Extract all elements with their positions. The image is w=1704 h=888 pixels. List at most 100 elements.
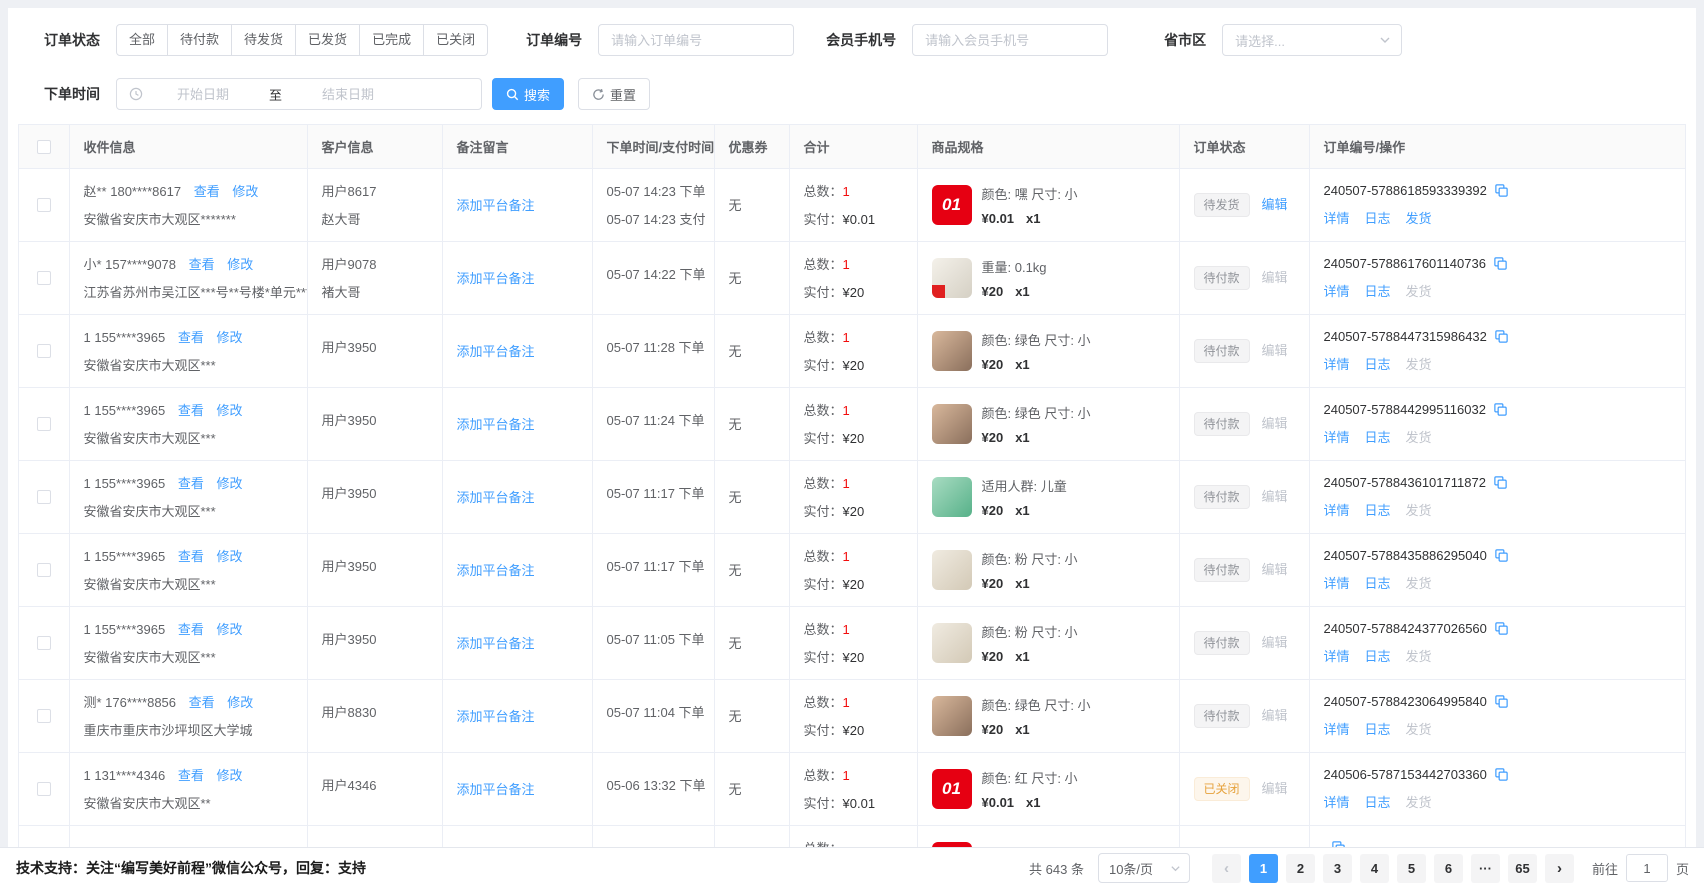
detail-link[interactable]: 详情 xyxy=(1324,208,1350,227)
modify-receiver-link[interactable]: 修改 xyxy=(216,549,242,564)
select-all-checkbox[interactable] xyxy=(37,140,51,154)
row-checkbox[interactable] xyxy=(37,417,51,431)
modify-receiver-link[interactable]: 修改 xyxy=(216,768,242,783)
modify-receiver-link[interactable]: 修改 xyxy=(227,695,253,710)
view-receiver-link[interactable]: 查看 xyxy=(178,403,204,418)
ship-link[interactable]: 发货 xyxy=(1406,354,1432,373)
row-checkbox[interactable] xyxy=(37,198,51,212)
add-platform-note-link[interactable]: 添加平台备注 xyxy=(457,563,535,578)
page-button[interactable]: 6 xyxy=(1434,854,1463,883)
copy-icon[interactable] xyxy=(1493,402,1508,417)
page-button[interactable]: 65 xyxy=(1508,854,1537,883)
prev-page-button[interactable]: ‹ xyxy=(1212,854,1241,883)
add-platform-note-link[interactable]: 添加平台备注 xyxy=(457,417,535,432)
member-phone-input[interactable] xyxy=(912,24,1108,56)
view-receiver-link[interactable]: 查看 xyxy=(178,549,204,564)
ship-link[interactable]: 发货 xyxy=(1406,208,1432,227)
end-date-input[interactable] xyxy=(288,87,408,102)
row-checkbox[interactable] xyxy=(37,271,51,285)
copy-icon[interactable] xyxy=(1494,694,1509,709)
edit-order-link[interactable]: 编辑 xyxy=(1262,562,1288,577)
row-checkbox[interactable] xyxy=(37,709,51,723)
log-link[interactable]: 日志 xyxy=(1365,427,1391,446)
row-checkbox[interactable] xyxy=(37,563,51,577)
modify-receiver-link[interactable]: 修改 xyxy=(232,184,258,199)
log-link[interactable]: 日志 xyxy=(1365,208,1391,227)
edit-order-link[interactable]: 编辑 xyxy=(1262,635,1288,650)
edit-order-link[interactable]: 编辑 xyxy=(1262,270,1288,285)
copy-icon[interactable] xyxy=(1494,548,1509,563)
row-checkbox[interactable] xyxy=(37,490,51,504)
page-button[interactable]: 3 xyxy=(1323,854,1352,883)
log-link[interactable]: 日志 xyxy=(1365,719,1391,738)
status-filter-completed[interactable]: 已完成 xyxy=(359,24,424,56)
region-select[interactable]: 请选择... xyxy=(1222,24,1402,56)
log-link[interactable]: 日志 xyxy=(1365,573,1391,592)
detail-link[interactable]: 详情 xyxy=(1324,427,1350,446)
log-link[interactable]: 日志 xyxy=(1365,646,1391,665)
view-receiver-link[interactable]: 查看 xyxy=(194,184,220,199)
status-filter-all[interactable]: 全部 xyxy=(116,24,168,56)
order-no-input[interactable] xyxy=(598,24,794,56)
copy-icon[interactable] xyxy=(1493,256,1508,271)
row-checkbox[interactable] xyxy=(37,344,51,358)
page-button[interactable]: 4 xyxy=(1360,854,1389,883)
goto-page-input[interactable] xyxy=(1626,854,1668,882)
copy-icon[interactable] xyxy=(1494,767,1509,782)
modify-receiver-link[interactable]: 修改 xyxy=(216,622,242,637)
detail-link[interactable]: 详情 xyxy=(1324,646,1350,665)
modify-receiver-link[interactable]: 修改 xyxy=(216,476,242,491)
log-link[interactable]: 日志 xyxy=(1365,281,1391,300)
edit-order-link[interactable]: 编辑 xyxy=(1262,416,1288,431)
copy-icon[interactable] xyxy=(1494,329,1509,344)
log-link[interactable]: 日志 xyxy=(1365,792,1391,811)
log-link[interactable]: 日志 xyxy=(1365,354,1391,373)
edit-order-link[interactable]: 编辑 xyxy=(1262,197,1288,212)
log-link[interactable]: 日志 xyxy=(1365,500,1391,519)
status-filter-shipped[interactable]: 已发货 xyxy=(295,24,360,56)
ship-link[interactable]: 发货 xyxy=(1406,646,1432,665)
copy-icon[interactable] xyxy=(1494,621,1509,636)
edit-order-link[interactable]: 编辑 xyxy=(1262,708,1288,723)
row-checkbox[interactable] xyxy=(37,782,51,796)
ship-link[interactable]: 发货 xyxy=(1406,792,1432,811)
modify-receiver-link[interactable]: 修改 xyxy=(227,257,253,272)
view-receiver-link[interactable]: 查看 xyxy=(189,695,215,710)
add-platform-note-link[interactable]: 添加平台备注 xyxy=(457,344,535,359)
ship-link[interactable]: 发货 xyxy=(1406,427,1432,446)
add-platform-note-link[interactable]: 添加平台备注 xyxy=(457,636,535,651)
detail-link[interactable]: 详情 xyxy=(1324,573,1350,592)
start-date-input[interactable] xyxy=(143,87,263,102)
reset-button[interactable]: 重置 xyxy=(578,78,650,110)
add-platform-note-link[interactable]: 添加平台备注 xyxy=(457,198,535,213)
view-receiver-link[interactable]: 查看 xyxy=(178,768,204,783)
add-platform-note-link[interactable]: 添加平台备注 xyxy=(457,782,535,797)
ship-link[interactable]: 发货 xyxy=(1406,500,1432,519)
copy-icon[interactable] xyxy=(1493,475,1508,490)
add-platform-note-link[interactable]: 添加平台备注 xyxy=(457,709,535,724)
page-button[interactable]: 1 xyxy=(1249,854,1278,883)
ship-link[interactable]: 发货 xyxy=(1406,281,1432,300)
page-button[interactable]: 2 xyxy=(1286,854,1315,883)
modify-receiver-link[interactable]: 修改 xyxy=(216,330,242,345)
view-receiver-link[interactable]: 查看 xyxy=(189,257,215,272)
detail-link[interactable]: 详情 xyxy=(1324,792,1350,811)
page-size-select[interactable]: 10条/页 xyxy=(1098,853,1190,883)
detail-link[interactable]: 详情 xyxy=(1324,354,1350,373)
copy-icon[interactable] xyxy=(1494,183,1509,198)
detail-link[interactable]: 详情 xyxy=(1324,500,1350,519)
view-receiver-link[interactable]: 查看 xyxy=(178,622,204,637)
edit-order-link[interactable]: 编辑 xyxy=(1262,781,1288,796)
status-filter-closed[interactable]: 已关闭 xyxy=(423,24,488,56)
view-receiver-link[interactable]: 查看 xyxy=(178,330,204,345)
ship-link[interactable]: 发货 xyxy=(1406,573,1432,592)
search-button[interactable]: 搜索 xyxy=(492,78,564,110)
date-range-picker[interactable]: 至 xyxy=(116,78,482,110)
page-button[interactable]: 5 xyxy=(1397,854,1426,883)
detail-link[interactable]: 详情 xyxy=(1324,719,1350,738)
page-button[interactable]: ··· xyxy=(1471,854,1500,883)
modify-receiver-link[interactable]: 修改 xyxy=(216,403,242,418)
row-checkbox[interactable] xyxy=(37,636,51,650)
status-filter-pending-payment[interactable]: 待付款 xyxy=(167,24,232,56)
edit-order-link[interactable]: 编辑 xyxy=(1262,343,1288,358)
